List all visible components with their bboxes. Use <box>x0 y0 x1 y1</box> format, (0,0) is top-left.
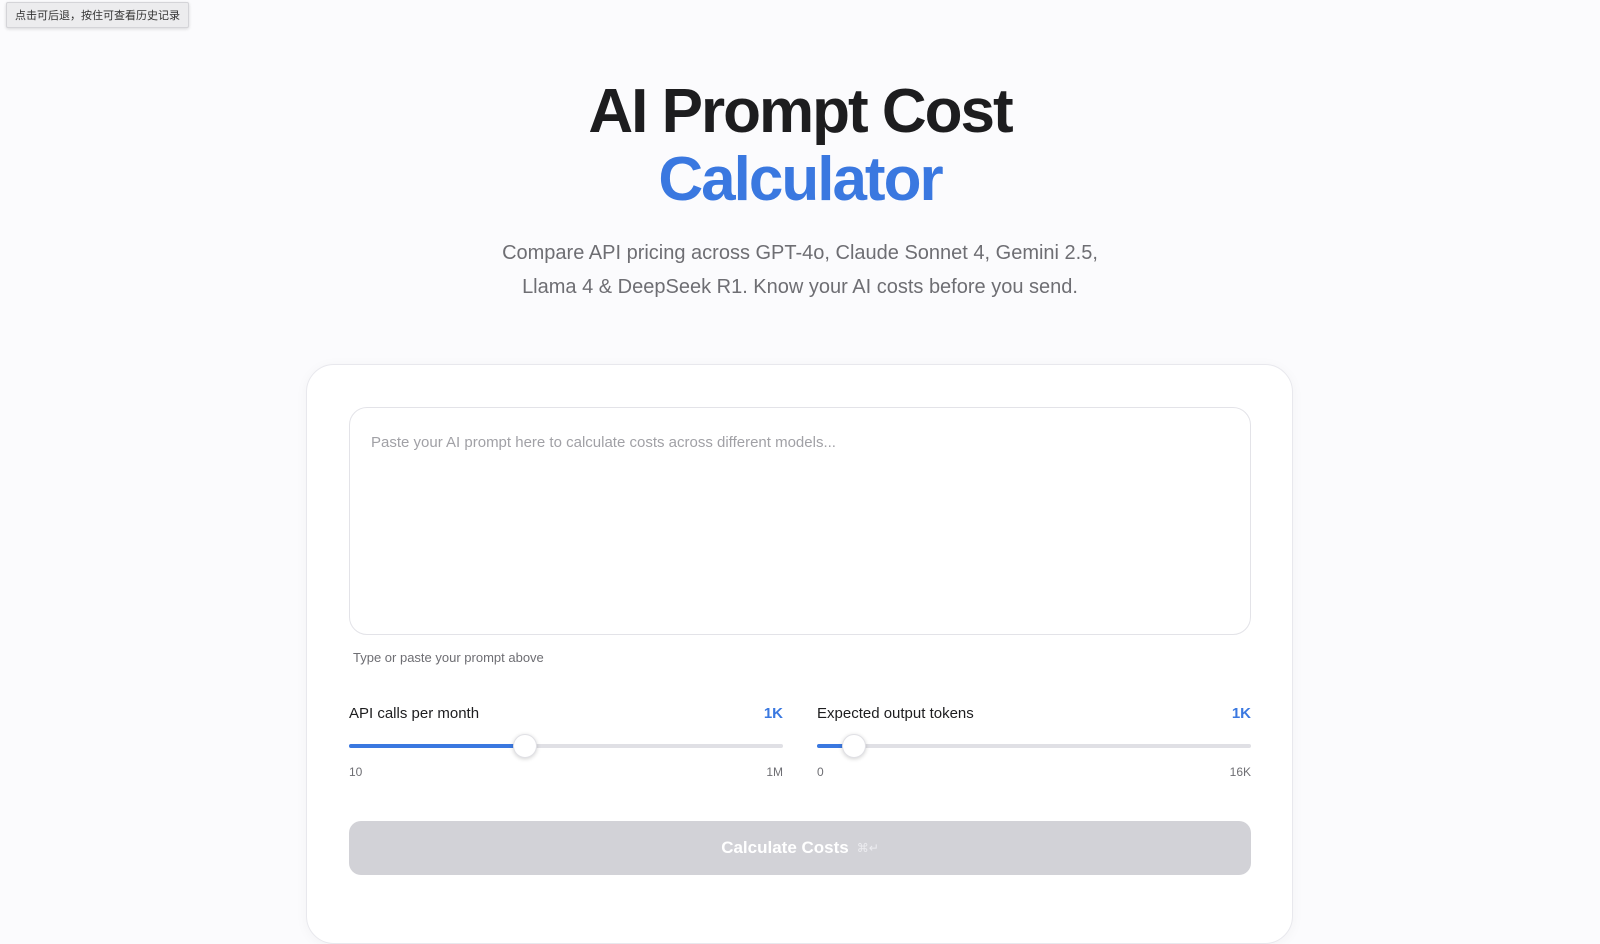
output-tokens-slider[interactable] <box>817 734 1251 758</box>
output-tokens-slider-thumb[interactable] <box>841 734 866 758</box>
prompt-hint: Type or paste your prompt above <box>353 650 544 665</box>
calculator-card: Type or paste your prompt above API call… <box>306 364 1293 944</box>
subtitle: Compare API pricing across GPT-4o, Claud… <box>502 242 1098 298</box>
keyboard-shortcut-hint: ⌘↵ <box>856 841 879 855</box>
page-title: AI Prompt Cost Calculator <box>0 78 1600 214</box>
api-calls-slider[interactable] <box>349 734 783 758</box>
api-calls-slider-fill <box>349 744 525 748</box>
api-calls-max-label: 1M <box>766 765 783 779</box>
prompt-input[interactable] <box>349 407 1251 635</box>
title-line-2: Calculator <box>658 145 943 214</box>
api-calls-min-label: 10 <box>349 765 363 779</box>
back-button-tooltip: 点击可后退，按住可查看历史记录 <box>6 2 189 28</box>
output-tokens-label: Expected output tokens <box>817 704 974 722</box>
calculate-costs-button[interactable]: Calculate Costs ⌘↵ <box>349 821 1251 875</box>
output-tokens-min-label: 0 <box>817 765 824 779</box>
api-calls-slider-thumb[interactable] <box>512 734 537 758</box>
hero: AI Prompt Cost Calculator Compare API pr… <box>0 78 1600 304</box>
calculate-costs-label: Calculate Costs <box>721 838 849 857</box>
title-line-1: AI Prompt Cost <box>588 77 1013 146</box>
api-calls-label: API calls per month <box>349 704 480 722</box>
output-tokens-slider-group: Expected output tokens 1K 0 16K <box>817 703 1251 779</box>
api-calls-slider-group: API calls per month 1K 10 1M <box>349 703 783 779</box>
output-tokens-max-label: 16K <box>1229 765 1251 779</box>
api-calls-value: 1K <box>763 704 783 722</box>
output-tokens-value: 1K <box>1231 704 1251 722</box>
